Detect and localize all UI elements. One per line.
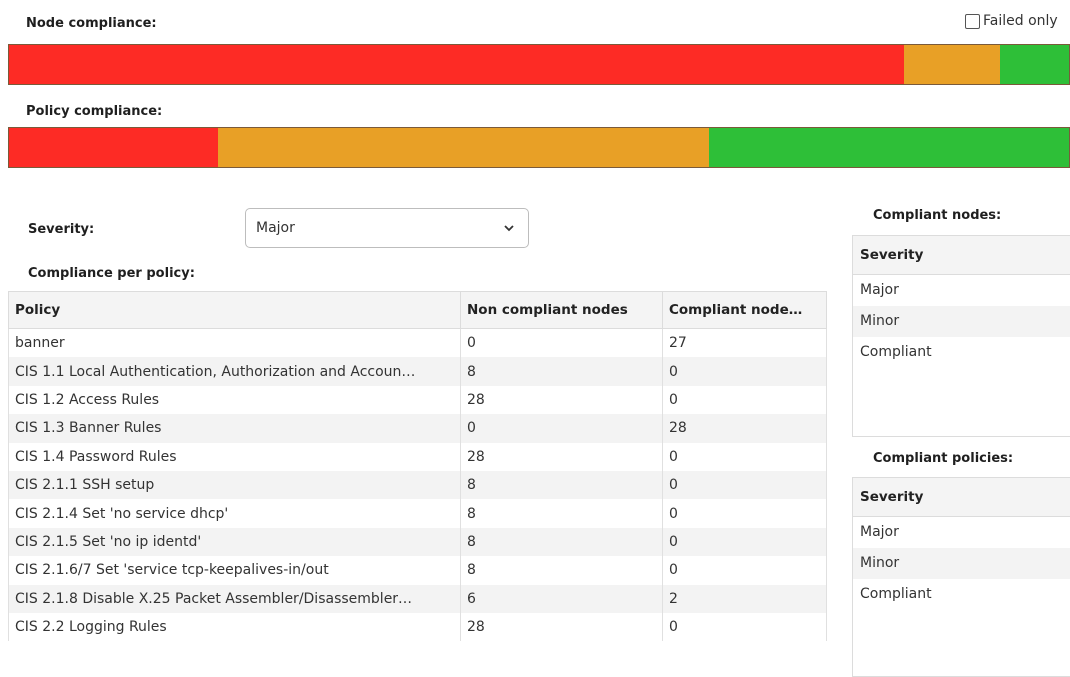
non-compliant-count-cell: 8 [460, 556, 663, 585]
policy-name-cell: CIS 1.3 Banner Rules [8, 414, 461, 443]
table-row[interactable]: CIS 2.1.1 SSH setup 8 0 [8, 470, 827, 500]
severity-select[interactable]: Major [245, 208, 529, 248]
table-row[interactable]: CIS 2.1.4 Set 'no service dhcp' 8 0 [8, 499, 827, 528]
compliant-nodes-title: Compliant nodes: [873, 208, 1002, 223]
severity-label: Severity: [28, 222, 95, 237]
non-compliant-count-cell: 0 [460, 414, 663, 443]
compliant-count-cell: 0 [662, 499, 827, 528]
compliant-count-cell: 28 [662, 414, 827, 443]
compliant-count-cell: 0 [662, 357, 827, 386]
policy-compliance-segment-non-compliant[interactable] [9, 128, 218, 167]
table-row[interactable]: CIS 1.1 Local Authentication, Authorizat… [8, 357, 827, 386]
policy-compliance-label: Policy compliance: [26, 104, 163, 119]
non-compliant-count-cell: 6 [460, 584, 663, 613]
compliant-count-cell: 0 [662, 385, 827, 415]
non-compliant-count-cell: 8 [460, 357, 663, 386]
table-row[interactable]: CIS 2.1.8 Disable X.25 Packet Assembler/… [8, 584, 827, 613]
failed-only-label: Failed only [983, 13, 1058, 29]
column-header-non-compliant[interactable]: Non compliant nodes [460, 291, 663, 329]
non-compliant-count-cell: 8 [460, 527, 663, 557]
compliance-per-policy-table: Policy Non compliant nodes Compliant nod… [8, 291, 827, 642]
policy-name-cell: banner [8, 328, 461, 358]
severity-selected-value: Major [256, 220, 295, 236]
compliant-policies-row-compliant: Compliant [860, 586, 932, 602]
failed-only-checkbox[interactable] [965, 13, 980, 29]
compliant-nodes-table: Severity Major Minor Compliant [852, 235, 1070, 437]
compliance-per-policy-title: Compliance per policy: [28, 266, 195, 281]
policy-name-cell: CIS 2.1.5 Set 'no ip identd' [8, 527, 461, 557]
non-compliant-count-cell: 28 [460, 442, 663, 471]
compliant-policies-title: Compliant policies: [873, 451, 1014, 466]
non-compliant-count-cell: 0 [460, 328, 663, 358]
compliant-count-cell: 0 [662, 556, 827, 585]
chevron-down-icon [504, 225, 514, 232]
compliant-nodes-row-major: Major [860, 282, 899, 298]
table-row[interactable]: CIS 1.4 Password Rules 28 0 [8, 442, 827, 471]
policy-name-cell: CIS 2.2 Logging Rules [8, 612, 461, 642]
policy-compliance-segment-compliant[interactable] [708, 128, 1069, 167]
table-row[interactable]: CIS 1.3 Banner Rules 0 28 [8, 414, 827, 443]
compliant-nodes-row-minor: Minor [853, 306, 1070, 337]
node-compliance-segment-compliant[interactable] [1000, 45, 1069, 84]
compliant-count-cell: 0 [662, 612, 827, 642]
compliant-policies-row-major: Major [860, 524, 899, 540]
policy-name-cell: CIS 2.1.8 Disable X.25 Packet Assembler/… [8, 584, 461, 613]
compliant-policies-row-minor: Minor [853, 548, 1070, 579]
table-row[interactable]: CIS 2.1.5 Set 'no ip identd' 8 0 [8, 527, 827, 557]
table-row[interactable]: banner 0 27 [8, 328, 827, 358]
node-compliance-segment-minor[interactable] [903, 45, 1001, 84]
column-header-compliant[interactable]: Compliant node… [662, 291, 827, 329]
node-compliance-segment-non-compliant[interactable] [9, 45, 904, 84]
compliant-count-cell: 27 [662, 328, 827, 358]
non-compliant-count-cell: 8 [460, 470, 663, 500]
compliant-nodes-header: Severity [853, 236, 1070, 275]
policy-name-cell: CIS 2.1.4 Set 'no service dhcp' [8, 499, 461, 528]
compliant-policies-table: Severity Major Minor Compliant [852, 477, 1070, 677]
policy-name-cell: CIS 1.1 Local Authentication, Authorizat… [8, 357, 461, 386]
policy-name-cell: CIS 2.1.1 SSH setup [8, 470, 461, 500]
node-compliance-label: Node compliance: [26, 16, 157, 31]
policy-compliance-bar [8, 127, 1070, 168]
policy-name-cell: CIS 1.4 Password Rules [8, 442, 461, 471]
policy-compliance-segment-minor[interactable] [217, 128, 709, 167]
table-row[interactable]: CIS 1.2 Access Rules 28 0 [8, 385, 827, 415]
non-compliant-count-cell: 28 [460, 385, 663, 415]
policy-name-cell: CIS 1.2 Access Rules [8, 385, 461, 415]
column-header-policy[interactable]: Policy [8, 291, 461, 329]
compliant-count-cell: 0 [662, 527, 827, 557]
compliant-count-cell: 0 [662, 470, 827, 500]
compliant-nodes-row-compliant: Compliant [860, 344, 932, 360]
policy-name-cell: CIS 2.1.6/7 Set 'service tcp-keepalives-… [8, 556, 461, 585]
compliant-count-cell: 2 [662, 584, 827, 613]
failed-only-toggle[interactable]: Failed only [965, 13, 1058, 29]
node-compliance-bar [8, 44, 1070, 85]
table-row[interactable]: CIS 2.2 Logging Rules 28 0 [8, 612, 827, 642]
compliant-count-cell: 0 [662, 442, 827, 471]
non-compliant-count-cell: 28 [460, 612, 663, 642]
table-row[interactable]: CIS 2.1.6/7 Set 'service tcp-keepalives-… [8, 556, 827, 585]
non-compliant-count-cell: 8 [460, 499, 663, 528]
compliant-policies-header: Severity [853, 478, 1070, 517]
